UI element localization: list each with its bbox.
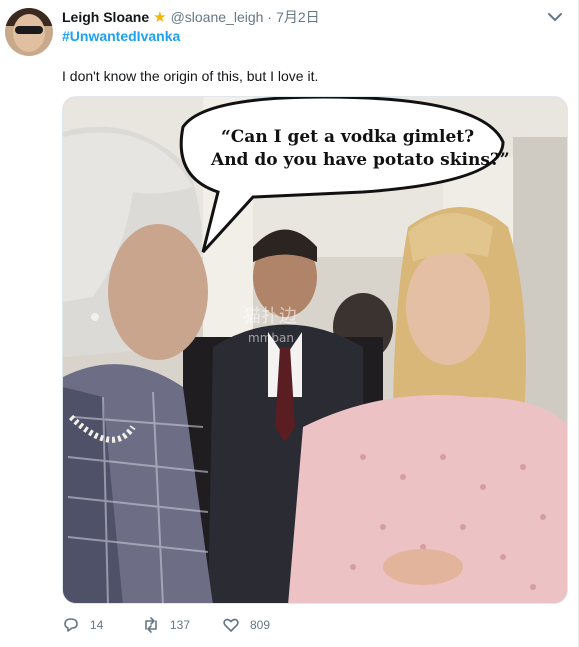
tweet-text: I don't know the origin of this, but I l…: [62, 68, 319, 84]
tweet-date[interactable]: 7月2日: [276, 9, 320, 25]
speech-line-1: “Can I get a vodka gimlet?: [221, 127, 475, 147]
watermark-text-2: mmban: [248, 331, 294, 345]
retweet-icon: [145, 617, 157, 633]
tweet-header: Leigh Sloane ★ @sloane_leigh · 7月2日: [62, 8, 320, 27]
hashtag-link[interactable]: #UnwantedIvanka: [62, 28, 180, 44]
retweet-count: 137: [170, 618, 191, 632]
like-button[interactable]: 809: [222, 616, 270, 634]
like-count: 809: [250, 618, 271, 632]
chevron-down-icon[interactable]: [546, 10, 564, 24]
star-icon: ★: [153, 9, 167, 26]
watermark-text: 猫扑边: [243, 306, 297, 327]
reply-count: 14: [90, 618, 104, 632]
dot-separator: ·: [267, 9, 273, 25]
retweet-button[interactable]: 137: [142, 616, 190, 634]
speech-line-2: And do you have potato skins?”: [211, 150, 510, 170]
avatar[interactable]: [5, 8, 53, 56]
photo-illustration: 猫扑边 mmban: [63, 97, 567, 603]
heart-icon: [223, 618, 239, 632]
reply-button[interactable]: 14: [62, 616, 103, 634]
display-name[interactable]: Leigh Sloane: [62, 9, 149, 25]
reply-icon: [64, 618, 78, 632]
tweet-image[interactable]: 猫扑边 mmban “Can I get a vodka gimlet? And…: [62, 96, 568, 604]
tweet-card: Leigh Sloane ★ @sloane_leigh · 7月2日 #Unwante…: [0, 0, 579, 647]
user-handle[interactable]: @sloane_leigh: [171, 9, 264, 25]
avatar-sunglasses: [15, 26, 43, 34]
